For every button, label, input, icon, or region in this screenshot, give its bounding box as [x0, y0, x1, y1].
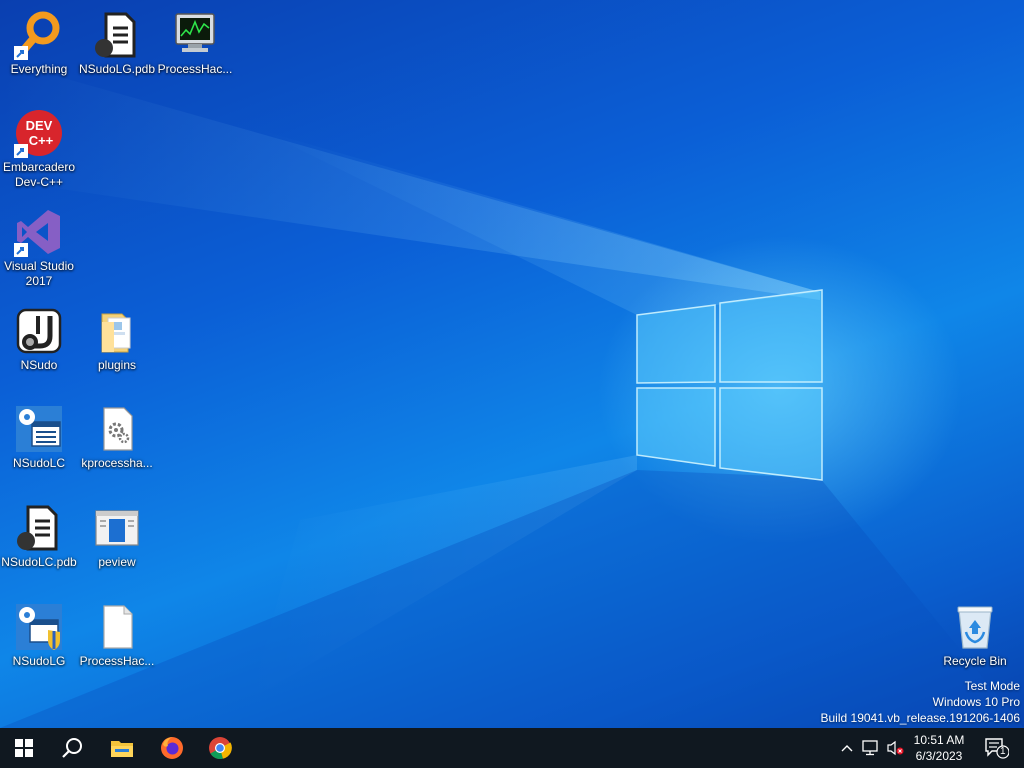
- nsudo-app-icon: [16, 308, 62, 354]
- console-app-icon: [16, 406, 62, 452]
- icon-label: plugins: [97, 358, 137, 372]
- chevron-up-icon: [841, 745, 853, 752]
- desktop-icon-visual-studio-2017[interactable]: Visual Studio 2017: [0, 201, 78, 297]
- desktop-icon-peview[interactable]: peview: [78, 497, 156, 587]
- recycle-bin-icon: [957, 606, 993, 649]
- windows-logo-wallpaper: [636, 289, 823, 481]
- icon-label: NSudoLG.pdb: [78, 62, 156, 76]
- volume-muted-icon: [887, 740, 904, 756]
- desktop-icon-nsudolc[interactable]: NSudoLC: [0, 398, 78, 488]
- start-icon: [15, 739, 33, 757]
- shortcut-arrow-icon: [14, 243, 28, 257]
- taskbar-app-firefox[interactable]: [148, 728, 196, 768]
- desktop-icon-processhacker-file[interactable]: ProcessHac...: [78, 596, 156, 686]
- blank-file-icon: [103, 605, 133, 649]
- desktop-icon-nsudolg-pdb[interactable]: NSudoLG.pdb: [78, 4, 156, 94]
- icon-label: ProcessHac...: [157, 62, 233, 76]
- icon-label: ProcessHac...: [79, 654, 155, 668]
- icon-label: peview: [98, 555, 136, 569]
- search-button[interactable]: [48, 728, 96, 768]
- icon-label: NSudoLG: [12, 654, 66, 668]
- clock-time: 10:51 AM: [913, 733, 965, 747]
- desktop-icon-processhacker[interactable]: ProcessHac...: [156, 4, 234, 94]
- desktop-icon-nsudolg[interactable]: NSudoLG: [0, 596, 78, 686]
- gui-app-shield-icon: [16, 604, 62, 650]
- icon-label: Recycle Bin: [943, 654, 1007, 668]
- network-status-button[interactable]: [860, 728, 882, 768]
- watermark-line-3: Build 19041.vb_release.191206-1406: [820, 711, 1021, 725]
- taskbar-app-file-explorer[interactable]: [98, 728, 146, 768]
- desktop-icon-everything[interactable]: Everything: [0, 4, 78, 94]
- desktop-icon-nsudo[interactable]: NSudo: [0, 300, 78, 390]
- icon-label: kprocessha...: [81, 456, 153, 470]
- svg-text:C++: C++: [29, 133, 54, 148]
- watermark-line-2: Windows 10 Pro: [932, 695, 1020, 709]
- system-file-gear-icon: [103, 407, 133, 451]
- firefox-icon: [161, 737, 183, 759]
- application-window-icon: [95, 510, 139, 546]
- pdb-file-icon: [17, 505, 58, 551]
- test-mode-watermark: Test Mode Windows 10 Pro Build 19041.vb_…: [821, 678, 1021, 726]
- search-icon: [62, 738, 82, 758]
- icon-label: Visual Studio 2017: [4, 259, 74, 288]
- icon-label: Everything: [10, 62, 68, 76]
- desktop-icon-kprocesshacker[interactable]: kprocessha...: [78, 398, 156, 488]
- volume-button[interactable]: [884, 728, 906, 768]
- pdb-file-icon: [95, 12, 136, 58]
- taskbar-app-chrome[interactable]: [196, 728, 244, 768]
- desktop-icon-nsudolc-pdb[interactable]: NSudoLC.pdb: [0, 497, 78, 587]
- desktop-icon-recycle-bin[interactable]: Recycle Bin: [936, 596, 1014, 686]
- notification-badge: 1: [1000, 746, 1006, 757]
- show-hidden-icons-button[interactable]: [836, 728, 858, 768]
- folder-icon: [101, 313, 131, 353]
- svg-text:DEV: DEV: [26, 118, 53, 133]
- clock[interactable]: 10:51 AM 6/3/2023: [908, 728, 970, 768]
- start-button[interactable]: [0, 728, 48, 768]
- taskbar: 10:51 AM 6/3/2023 1: [0, 728, 1024, 768]
- desktop-icon-devcpp[interactable]: DEV C++ Embarcadero Dev-C++: [0, 102, 78, 198]
- action-center-button[interactable]: 1: [976, 728, 1016, 768]
- icon-label: NSudoLC: [12, 456, 66, 470]
- icon-label: NSudoLC.pdb: [1, 555, 77, 569]
- watermark-line-1: Test Mode: [964, 679, 1020, 693]
- icon-label: Embarcadero Dev-C++: [2, 160, 76, 189]
- network-icon: [862, 740, 878, 756]
- shortcut-arrow-icon: [14, 144, 28, 158]
- icon-label: NSudo: [20, 358, 58, 372]
- shortcut-arrow-icon: [14, 46, 28, 60]
- desktop[interactable]: Everything NSudoLG.pdb ProcessHac... DEV…: [0, 0, 1024, 728]
- chrome-icon: [209, 737, 232, 760]
- clock-date: 6/3/2023: [915, 749, 963, 763]
- desktop-icon-plugins-folder[interactable]: plugins: [78, 300, 156, 390]
- file-explorer-icon: [111, 741, 133, 757]
- monitor-chart-icon: [175, 13, 215, 52]
